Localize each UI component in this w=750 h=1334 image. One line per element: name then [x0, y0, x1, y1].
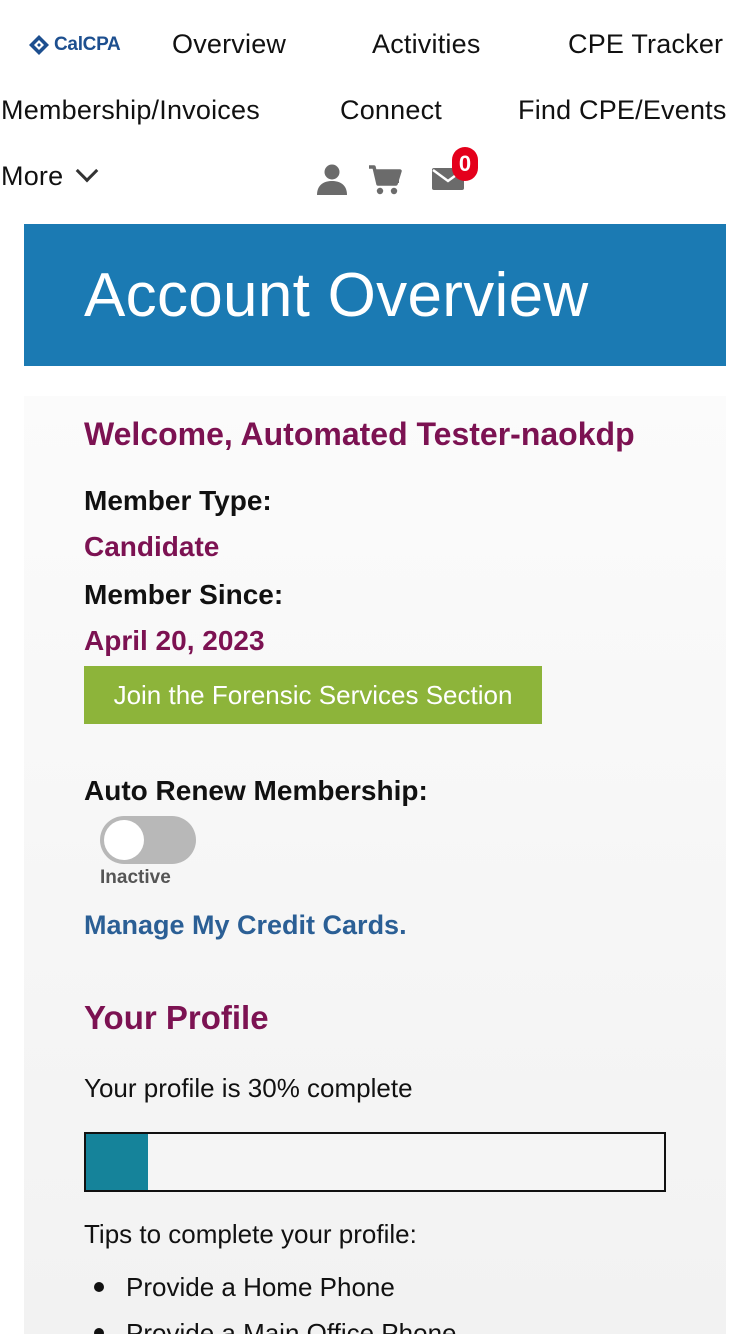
nav-find-cpe-events[interactable]: Find CPE/Events	[518, 90, 727, 130]
page-title: Account Overview	[84, 261, 589, 330]
profile-tips-label: Tips to complete your profile:	[84, 1219, 417, 1249]
cart-icon[interactable]	[368, 164, 402, 201]
welcome-heading: Welcome, Automated Tester-naokdp	[84, 416, 635, 452]
nav-membership-invoices[interactable]: Membership/Invoices	[1, 90, 260, 130]
profile-section-title: Your Profile	[84, 999, 269, 1036]
page-header-banner: Account Overview	[24, 224, 726, 366]
toggle-knob	[104, 820, 144, 860]
profile-progress-bar	[84, 1132, 666, 1192]
member-type-value: Candidate	[84, 531, 220, 562]
member-since-value: April 20, 2023	[84, 625, 265, 656]
notification-badge: 0	[452, 147, 478, 181]
auto-renew-status: Inactive	[100, 867, 171, 888]
calcpa-logo[interactable]: CalCPA	[28, 30, 121, 60]
profile-tip-item: Provide a Main Office Phone	[84, 1310, 456, 1334]
nav-overview[interactable]: Overview	[172, 24, 286, 64]
profile-tip-item: Provide a Home Phone	[84, 1264, 456, 1310]
nav-connect[interactable]: Connect	[340, 90, 442, 130]
join-forensic-section-button[interactable]: Join the Forensic Services Section	[84, 666, 542, 724]
nav-more[interactable]: More	[1, 156, 99, 196]
auto-renew-label: Auto Renew Membership:	[84, 775, 428, 806]
nav-cpe-tracker[interactable]: CPE Tracker	[568, 24, 723, 64]
member-type-label: Member Type:	[84, 485, 272, 516]
manage-credit-cards-link[interactable]: Manage My Credit Cards.	[84, 910, 407, 941]
calcpa-logo-icon	[28, 34, 50, 56]
member-since-label: Member Since:	[84, 579, 284, 610]
nav-activities[interactable]: Activities	[372, 24, 481, 64]
profile-tips-list: Provide a Home Phone Provide a Main Offi…	[84, 1264, 456, 1334]
user-icon[interactable]	[316, 163, 348, 200]
calcpa-logo-text: CalCPA	[54, 34, 121, 55]
chevron-down-icon	[76, 159, 99, 183]
auto-renew-toggle[interactable]	[100, 816, 196, 864]
profile-progress-fill	[86, 1134, 149, 1190]
nav-more-label: More	[1, 161, 64, 191]
profile-completion-text: Your profile is 30% complete	[84, 1073, 413, 1103]
account-summary-card: Welcome, Automated Tester-naokdp Member …	[24, 396, 726, 1334]
